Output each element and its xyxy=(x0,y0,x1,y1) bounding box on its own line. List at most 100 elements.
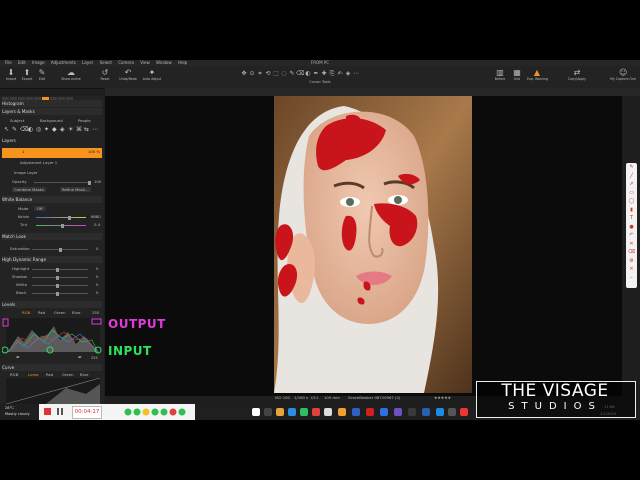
delete-icon[interactable]: ✕ xyxy=(626,240,637,249)
opacity-slider-handle[interactable] xyxy=(88,180,91,185)
eyedropper-white-icon[interactable]: ✒ xyxy=(78,355,82,361)
levels-histogram[interactable]: ✒ ✒ 255 xyxy=(2,316,104,362)
eyedropper-icon[interactable]: ✒ xyxy=(16,355,20,361)
annotate-tool-icon[interactable]: ✍ xyxy=(336,70,344,78)
my-capture-one-button[interactable]: ☺ My Capture One xyxy=(608,69,638,82)
hdr-header[interactable]: High Dynamic Range xyxy=(2,256,102,263)
recorder-tool-3-icon[interactable] xyxy=(142,408,150,416)
settings-icon[interactable]: ⚙ xyxy=(626,257,637,266)
hdr-white-slider[interactable] xyxy=(32,283,88,288)
wb-tint-slider[interactable] xyxy=(36,223,86,228)
pen-icon[interactable]: ✎ xyxy=(626,163,637,172)
levels-tab-red[interactable]: Red xyxy=(38,310,45,315)
people-mask-button[interactable]: People xyxy=(78,118,91,123)
recorder-tool-1-icon[interactable] xyxy=(124,408,132,416)
color-icon[interactable]: ● xyxy=(626,223,637,232)
auto-adjust-button[interactable]: ✦ Auto Adjust xyxy=(142,69,162,82)
wb-kelvin-slider[interactable] xyxy=(36,215,86,220)
lightroom-icon[interactable] xyxy=(422,408,430,416)
crop-tool-icon[interactable]: ⌗ xyxy=(256,70,264,78)
wb-mode-select[interactable]: Off xyxy=(34,206,46,211)
recorder-tool-6-icon[interactable] xyxy=(169,408,177,416)
picker-tool-icon[interactable]: ✒ xyxy=(312,70,320,78)
curve-tab-rgb[interactable]: RGB xyxy=(10,372,18,377)
pause-icon[interactable] xyxy=(57,408,59,415)
camera-icon[interactable] xyxy=(408,408,416,416)
radial-icon[interactable]: ◎ xyxy=(36,126,41,133)
file-explorer-icon[interactable] xyxy=(276,408,284,416)
levels-tab-rgb[interactable]: RGB xyxy=(22,310,30,315)
clone-tool-icon[interactable]: ⎘ xyxy=(328,70,336,78)
curve-graph[interactable] xyxy=(6,378,100,404)
curve-tab-luma[interactable]: Luma xyxy=(28,372,38,377)
gradient-icon[interactable]: ◐ xyxy=(28,126,33,133)
eraser-icon[interactable]: ⌫ xyxy=(626,248,637,257)
recorder-tool-2-icon[interactable] xyxy=(133,408,141,416)
circle-icon[interactable]: ◯ xyxy=(626,197,637,206)
brush-icon[interactable]: ✎ xyxy=(12,126,17,133)
wb-kelvin-handle[interactable] xyxy=(68,215,71,220)
show-online-button[interactable]: ☁ Show online xyxy=(61,69,81,82)
rotate-tool-icon[interactable]: ⟲ xyxy=(264,70,272,78)
exp-warning-button[interactable]: ▲ Exp. Warning xyxy=(527,69,548,82)
heal-tool-icon[interactable]: ✚ xyxy=(320,70,328,78)
opacity-slider[interactable] xyxy=(34,180,91,185)
luma-range-icon[interactable]: ☀ xyxy=(68,126,74,133)
combine-masks-button[interactable]: Combine Masks xyxy=(12,187,46,192)
levels-tab-blue[interactable]: Blue xyxy=(72,310,80,315)
spot-tool-icon[interactable]: ◌ xyxy=(280,70,288,78)
curve-tab-blue[interactable]: Blue xyxy=(80,372,88,377)
wb-tint-handle[interactable] xyxy=(61,223,64,228)
loupe-tool-icon[interactable]: ⊙ xyxy=(248,70,256,78)
levels-header[interactable]: Levels xyxy=(2,301,102,308)
color-range-icon[interactable]: ◈ xyxy=(60,126,65,133)
image-layer-name[interactable]: Image Layer xyxy=(14,170,38,175)
line-icon[interactable]: ╱ xyxy=(626,172,637,181)
brush-tool-icon[interactable]: ✎ xyxy=(288,70,296,78)
keystone-tool-icon[interactable]: ⬚ xyxy=(272,70,280,78)
word-icon[interactable] xyxy=(380,408,388,416)
windows-start-icon[interactable] xyxy=(252,408,260,416)
store-icon[interactable] xyxy=(448,408,456,416)
wb-tool-icon[interactable]: ◈ xyxy=(344,70,352,78)
whatsapp-icon[interactable] xyxy=(300,408,308,416)
edge-icon[interactable] xyxy=(288,408,296,416)
ai-mask-icon[interactable]: ◆ xyxy=(52,126,57,133)
stop-record-icon[interactable] xyxy=(44,408,51,415)
rectangle-icon[interactable]: ▭ xyxy=(626,189,637,198)
pan-tool-icon[interactable]: ✥ xyxy=(240,70,248,78)
recorder-icon[interactable] xyxy=(460,408,468,416)
magic-brush-icon[interactable]: ✦ xyxy=(44,126,49,133)
chrome-icon[interactable] xyxy=(312,408,320,416)
minimize-icon[interactable]: – xyxy=(626,274,637,283)
weather-widget[interactable]: 28°C Mostly cloudy xyxy=(3,404,38,420)
saturation-slider[interactable] xyxy=(32,247,88,252)
layers-masks-header[interactable]: Layers & Masks xyxy=(2,108,102,115)
layers-header[interactable]: Layers xyxy=(2,137,102,144)
cursor-tool-icon[interactable]: ↖ xyxy=(4,126,9,133)
copy-apply-button[interactable]: ⇄ Copy/Apply xyxy=(567,69,587,82)
grid-button[interactable]: ▦ Grid xyxy=(507,69,527,82)
subject-mask-button[interactable]: Subject xyxy=(10,118,24,123)
background-mask-button[interactable]: Background xyxy=(40,118,63,123)
layer-row-active[interactable] xyxy=(2,148,102,158)
hdr-shadow-slider[interactable] xyxy=(32,275,88,280)
match-look-header[interactable]: Match Look xyxy=(2,233,102,240)
search-icon[interactable] xyxy=(264,408,272,416)
levels-tab-green[interactable]: Green xyxy=(54,310,66,315)
highlighter-icon[interactable]: ▮ xyxy=(626,206,637,215)
recorder-tool-7-icon[interactable] xyxy=(178,408,186,416)
curve-tab-red[interactable]: Red xyxy=(46,372,53,377)
premiere-icon[interactable] xyxy=(394,408,402,416)
refine-icon[interactable]: ⌘ xyxy=(76,126,82,133)
eraser-tool-icon[interactable]: ⌫ xyxy=(296,70,304,78)
histogram-header[interactable]: Histogram xyxy=(2,100,102,107)
more-tool-icon[interactable]: ⋯ xyxy=(352,70,360,78)
rating-stars[interactable]: ★★★★★ xyxy=(434,394,451,402)
app-icon[interactable] xyxy=(324,408,332,416)
hdr-black-slider[interactable] xyxy=(32,291,88,296)
gradient-tool-icon[interactable]: ◐ xyxy=(304,70,312,78)
recorder-tool-4-icon[interactable] xyxy=(151,408,159,416)
edit-button[interactable]: ✎ Edit xyxy=(32,69,52,82)
reset-button[interactable]: ↺ Reset xyxy=(95,69,115,82)
